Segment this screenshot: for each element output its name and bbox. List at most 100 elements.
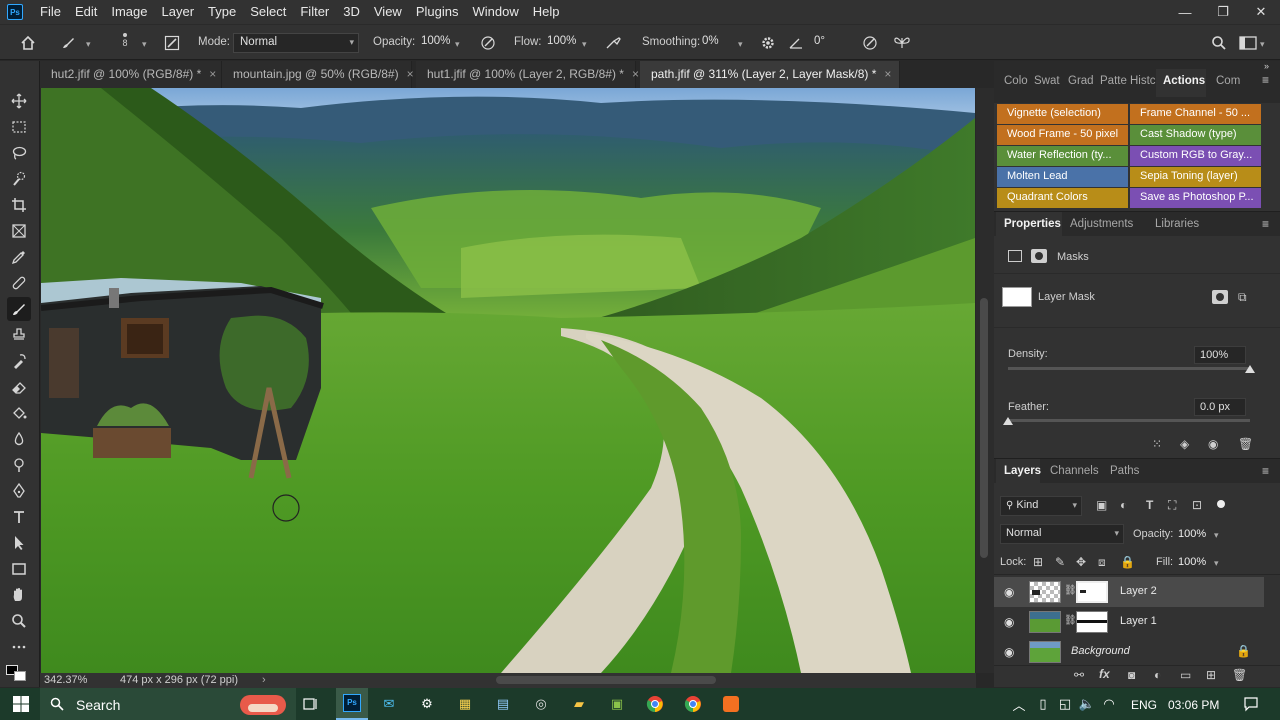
smoothing-input[interactable]: 0% (696, 33, 736, 53)
chevron-down-icon[interactable]: ▾ (455, 39, 460, 50)
new-layer-icon[interactable]: ⊞ (1206, 668, 1216, 682)
blur-tool-icon[interactable] (7, 427, 31, 451)
restore-button[interactable]: ❐ (1204, 0, 1242, 24)
taskbar-app-icon[interactable]: ▤ (492, 694, 514, 714)
close-icon[interactable]: × (632, 67, 639, 81)
more-tools-icon[interactable] (7, 635, 31, 659)
brush-size-picker[interactable]: 8 (118, 33, 132, 53)
eye-icon[interactable]: ◉ (1004, 645, 1014, 659)
filter-type-icon[interactable]: T (1146, 498, 1153, 512)
tab-paths[interactable]: Paths (1110, 465, 1139, 477)
tab-libraries[interactable]: Libraries (1155, 218, 1199, 230)
color-swatches[interactable] (6, 665, 32, 685)
healing-brush-tool-icon[interactable] (7, 271, 31, 295)
taskbar-search-box[interactable]: Search (40, 688, 296, 720)
pen-tool-icon[interactable] (7, 479, 31, 503)
layer-row-layer-1[interactable]: ◉ ⛓ Layer 1 (994, 607, 1264, 637)
density-slider[interactable] (1008, 367, 1250, 370)
airbrush-icon[interactable] (604, 33, 624, 53)
tab-gradients[interactable]: Grad (1068, 75, 1094, 87)
taskbar-app2-icon[interactable]: ◎ (530, 694, 552, 714)
action-sepia-toning[interactable]: Sepia Toning (layer) (1130, 167, 1261, 187)
menu-file[interactable]: File (33, 0, 68, 24)
lock-transparency-icon[interactable]: ⊞ (1033, 555, 1043, 569)
menu-edit[interactable]: Edit (68, 0, 104, 24)
status-arrow-icon[interactable]: › (262, 674, 266, 686)
chevron-down-icon[interactable]: ▾ (1214, 530, 1219, 541)
eye-icon[interactable]: ◉ (1004, 585, 1014, 599)
filter-toggle-icon[interactable] (1217, 500, 1225, 508)
hand-tool-icon[interactable] (7, 583, 31, 607)
notification-icon[interactable] (1240, 694, 1262, 714)
pressure-size-icon[interactable] (860, 33, 880, 53)
action-custom-rgb[interactable]: Custom RGB to Gray... (1130, 146, 1261, 166)
menu-help[interactable]: Help (526, 0, 567, 24)
link-icon[interactable]: ⛓ (1064, 615, 1077, 626)
lock-artboard-icon[interactable]: ⧈ (1098, 555, 1106, 570)
tray-wifi-icon[interactable]: ◠ (1098, 694, 1120, 714)
action-cast-shadow[interactable]: Cast Shadow (type) (1130, 125, 1261, 145)
filter-smart-object-icon[interactable]: ⊡ (1192, 498, 1202, 512)
tab-hut1[interactable]: hut1.jfif @ 100% (Layer 2, RGB/8#) * × (416, 61, 639, 88)
panel-menu-icon[interactable]: ≡ (1262, 217, 1269, 231)
crop-tool-icon[interactable] (7, 193, 31, 217)
delete-mask-icon[interactable]: 🗑 (1238, 437, 1253, 451)
apply-vector-mask-icon[interactable]: ⧉ (1238, 290, 1247, 305)
action-quadrant-colors[interactable]: Quadrant Colors (997, 188, 1128, 208)
link-layers-icon[interactable]: ⚯ (1074, 668, 1084, 682)
action-vignette[interactable]: Vignette (selection) (997, 104, 1128, 124)
close-window-button[interactable]: ✕ (1242, 0, 1280, 24)
mode-select[interactable]: Normal ▾ (233, 33, 359, 53)
taskbar-recorder-icon[interactable] (720, 694, 742, 714)
taskbar-store-icon[interactable]: ▦ (454, 694, 476, 714)
menu-select[interactable]: Select (243, 0, 293, 24)
chevron-down-icon[interactable]: ▾ (738, 39, 743, 50)
history-brush-tool-icon[interactable] (7, 349, 31, 373)
collapse-panels-icon[interactable]: » (1264, 61, 1269, 71)
density-slider-handle[interactable] (1245, 365, 1255, 373)
home-icon[interactable] (18, 33, 38, 53)
link-icon[interactable]: ⛓ (1064, 585, 1077, 596)
action-save-as-psd[interactable]: Save as Photoshop P... (1130, 188, 1261, 208)
close-icon[interactable]: × (407, 67, 414, 81)
zoom-level[interactable]: 342.37% (44, 674, 87, 686)
chevron-down-icon[interactable]: ▾ (1260, 39, 1265, 50)
tab-actions[interactable]: Actions (1163, 75, 1205, 87)
close-icon[interactable]: × (209, 67, 216, 81)
rectangle-tool-icon[interactable] (7, 557, 31, 581)
zoom-tool-icon[interactable] (7, 609, 31, 633)
paint-bucket-tool-icon[interactable] (7, 401, 31, 425)
fill-value[interactable]: 100% (1178, 556, 1206, 568)
filter-shape-icon[interactable]: ⛶ (1168, 498, 1176, 513)
vertical-scrollbar[interactable] (976, 88, 994, 673)
tab-history[interactable]: Histc (1130, 75, 1156, 87)
delete-layer-icon[interactable]: 🗑 (1232, 668, 1247, 682)
minimize-button[interactable]: — (1166, 0, 1204, 24)
chevron-down-icon[interactable]: ▾ (1214, 558, 1219, 569)
scrollbar-thumb[interactable] (980, 298, 988, 558)
tab-swatches[interactable]: Swat (1034, 75, 1060, 87)
chevron-down-icon[interactable]: ▾ (582, 39, 587, 50)
action-molten-lead[interactable]: Molten Lead (997, 167, 1128, 187)
action-frame-channel[interactable]: Frame Channel - 50 ... (1130, 104, 1261, 124)
symmetry-butterfly-icon[interactable] (892, 33, 912, 53)
pixel-mask-icon[interactable] (1008, 250, 1022, 262)
layer-filter-kind[interactable]: ⚲ Kind ▾ (1000, 496, 1082, 516)
taskbar-photoshop[interactable]: Ps (336, 688, 368, 720)
tab-color[interactable]: Colo (1004, 75, 1028, 87)
tab-comments[interactable]: Com (1216, 75, 1240, 87)
tab-patterns[interactable]: Patte (1100, 75, 1127, 87)
lock-position-icon[interactable]: ✥ (1076, 555, 1086, 569)
apply-mask-icon[interactable]: ◈ (1180, 437, 1189, 451)
quick-selection-tool-icon[interactable] (7, 167, 31, 191)
panel-menu-icon[interactable]: ≡ (1262, 73, 1269, 87)
add-mask-icon[interactable]: ◙ (1128, 668, 1135, 682)
feather-input[interactable]: 0.0 px (1194, 398, 1246, 416)
eraser-tool-icon[interactable] (7, 375, 31, 399)
task-view-icon[interactable] (300, 694, 322, 714)
lock-pixels-icon[interactable]: ✎ (1055, 555, 1065, 569)
eye-icon[interactable]: ◉ (1208, 437, 1218, 451)
load-selection-icon[interactable]: ⁙ (1152, 437, 1162, 451)
action-water-reflection[interactable]: Water Reflection (ty... (997, 146, 1128, 166)
taskbar-explorer-icon[interactable]: ▰ (568, 694, 590, 714)
